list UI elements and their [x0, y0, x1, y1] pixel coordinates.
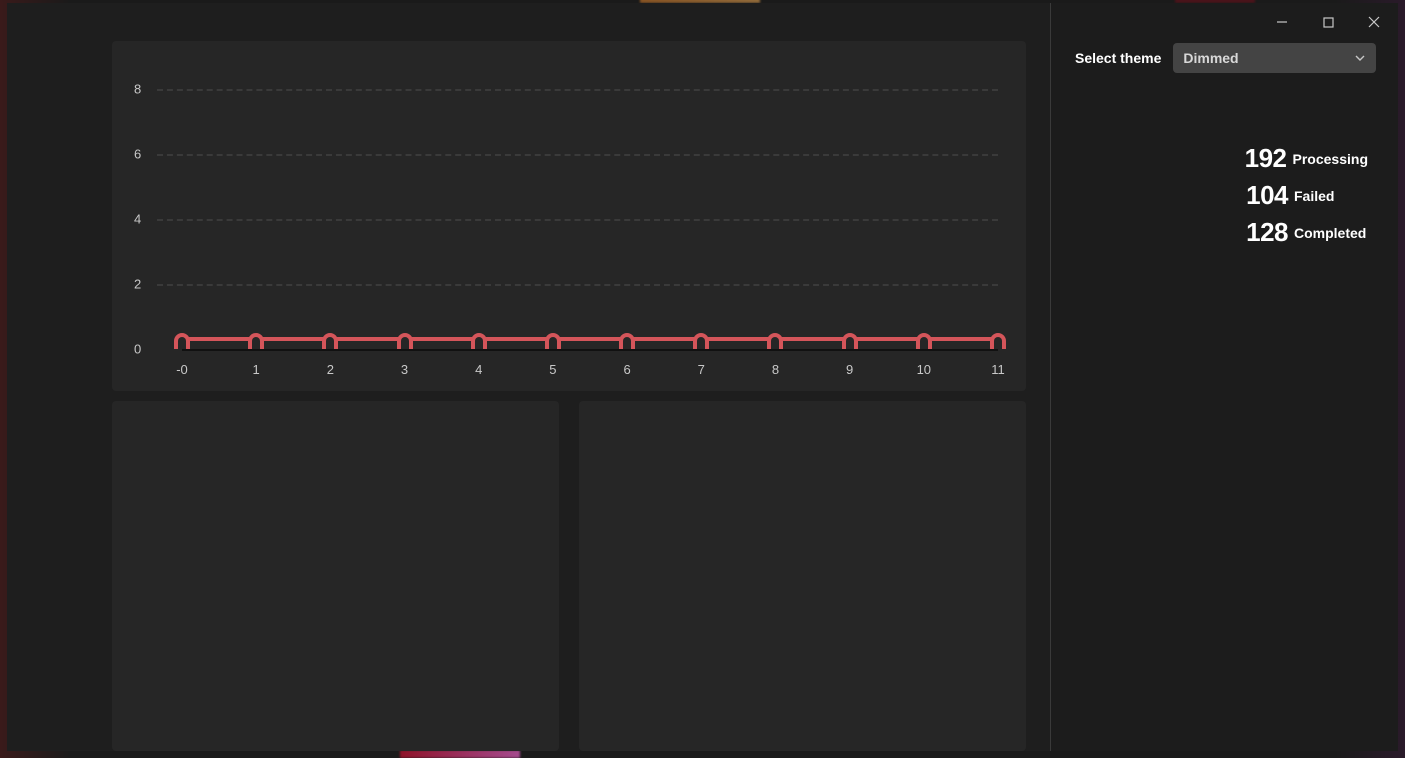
chart-point	[397, 333, 413, 349]
chart-gridline	[157, 284, 998, 286]
chart-x-tick: 8	[772, 362, 779, 377]
chart-x-tick: 4	[475, 362, 482, 377]
bg-accent	[400, 750, 520, 758]
secondary-card-right	[579, 401, 1026, 751]
stat-processing: 192 Processing	[1245, 143, 1368, 174]
chart-gridline	[157, 154, 998, 156]
stat-completed: 128 Completed	[1246, 217, 1368, 248]
right-sidebar: Select theme Dimmed 192 Processing 104 F…	[1050, 3, 1398, 751]
theme-label: Select theme	[1075, 50, 1161, 66]
titlebar-controls	[1268, 13, 1388, 31]
chart-point	[471, 333, 487, 349]
stat-label: Processing	[1293, 151, 1368, 167]
chart-y-tick: 2	[134, 277, 141, 292]
chart-gridline	[157, 89, 998, 91]
chart-point	[322, 333, 338, 349]
chart-x-tick: 1	[253, 362, 260, 377]
chart-point	[842, 333, 858, 349]
chart-point	[693, 333, 709, 349]
stat-value: 128	[1246, 217, 1288, 248]
chart-x-tick: 7	[698, 362, 705, 377]
chart-x-tick: 10	[917, 362, 931, 377]
chart-y-tick: 8	[134, 82, 141, 97]
stat-label: Failed	[1294, 188, 1368, 204]
secondary-cards-row	[112, 401, 1026, 751]
chart-series-line	[182, 337, 998, 341]
app-window: 0 2 4 6 8 -0 1 2 3 4 5 6 7 8 9 10 11 Select theme Dimmed…	[7, 3, 1398, 751]
stat-label: Completed	[1294, 225, 1368, 241]
chart-x-tick: -0	[176, 362, 188, 377]
secondary-card-left	[112, 401, 559, 751]
close-button[interactable]	[1360, 13, 1388, 31]
theme-selector-row: Select theme Dimmed	[1075, 43, 1376, 73]
chart-point	[767, 333, 783, 349]
chart-point	[248, 333, 264, 349]
theme-select-value: Dimmed	[1183, 50, 1238, 66]
chart-x-tick: 5	[549, 362, 556, 377]
chart-point	[545, 333, 561, 349]
left-nav-strip	[7, 3, 90, 751]
main-content: 0 2 4 6 8 -0 1 2 3 4 5 6 7 8 9 10 11	[90, 3, 1050, 751]
chart-point	[619, 333, 635, 349]
chart-x-tick: 6	[623, 362, 630, 377]
chart-x-tick: 9	[846, 362, 853, 377]
stats-block: 192 Processing 104 Failed 128 Completed	[1075, 143, 1376, 248]
stat-value: 192	[1245, 143, 1287, 174]
chart-point	[990, 333, 1006, 349]
chart-series	[182, 333, 998, 353]
maximize-button[interactable]	[1314, 13, 1342, 31]
stat-value: 104	[1246, 180, 1288, 211]
chart-point	[174, 333, 190, 349]
chart-x-axis: -01234567891011	[182, 357, 998, 377]
theme-select[interactable]: Dimmed	[1173, 43, 1376, 73]
chart-y-tick: 0	[134, 342, 141, 357]
chart-x-tick: 11	[991, 362, 1005, 377]
chart-card: 0 2 4 6 8 -0 1 2 3 4 5 6 7 8 9 10 11	[112, 41, 1026, 391]
chart-x-tick: 3	[401, 362, 408, 377]
minimize-button[interactable]	[1268, 13, 1296, 31]
chart-plot-area: 02468-01234567891011	[134, 89, 998, 351]
chart-point	[916, 333, 932, 349]
stat-failed: 104 Failed	[1246, 180, 1368, 211]
chart-gridline	[157, 219, 998, 221]
chart-y-tick: 4	[134, 212, 141, 227]
chevron-down-icon	[1354, 52, 1366, 64]
chart-x-tick: 2	[327, 362, 334, 377]
chart-y-tick: 6	[134, 147, 141, 162]
